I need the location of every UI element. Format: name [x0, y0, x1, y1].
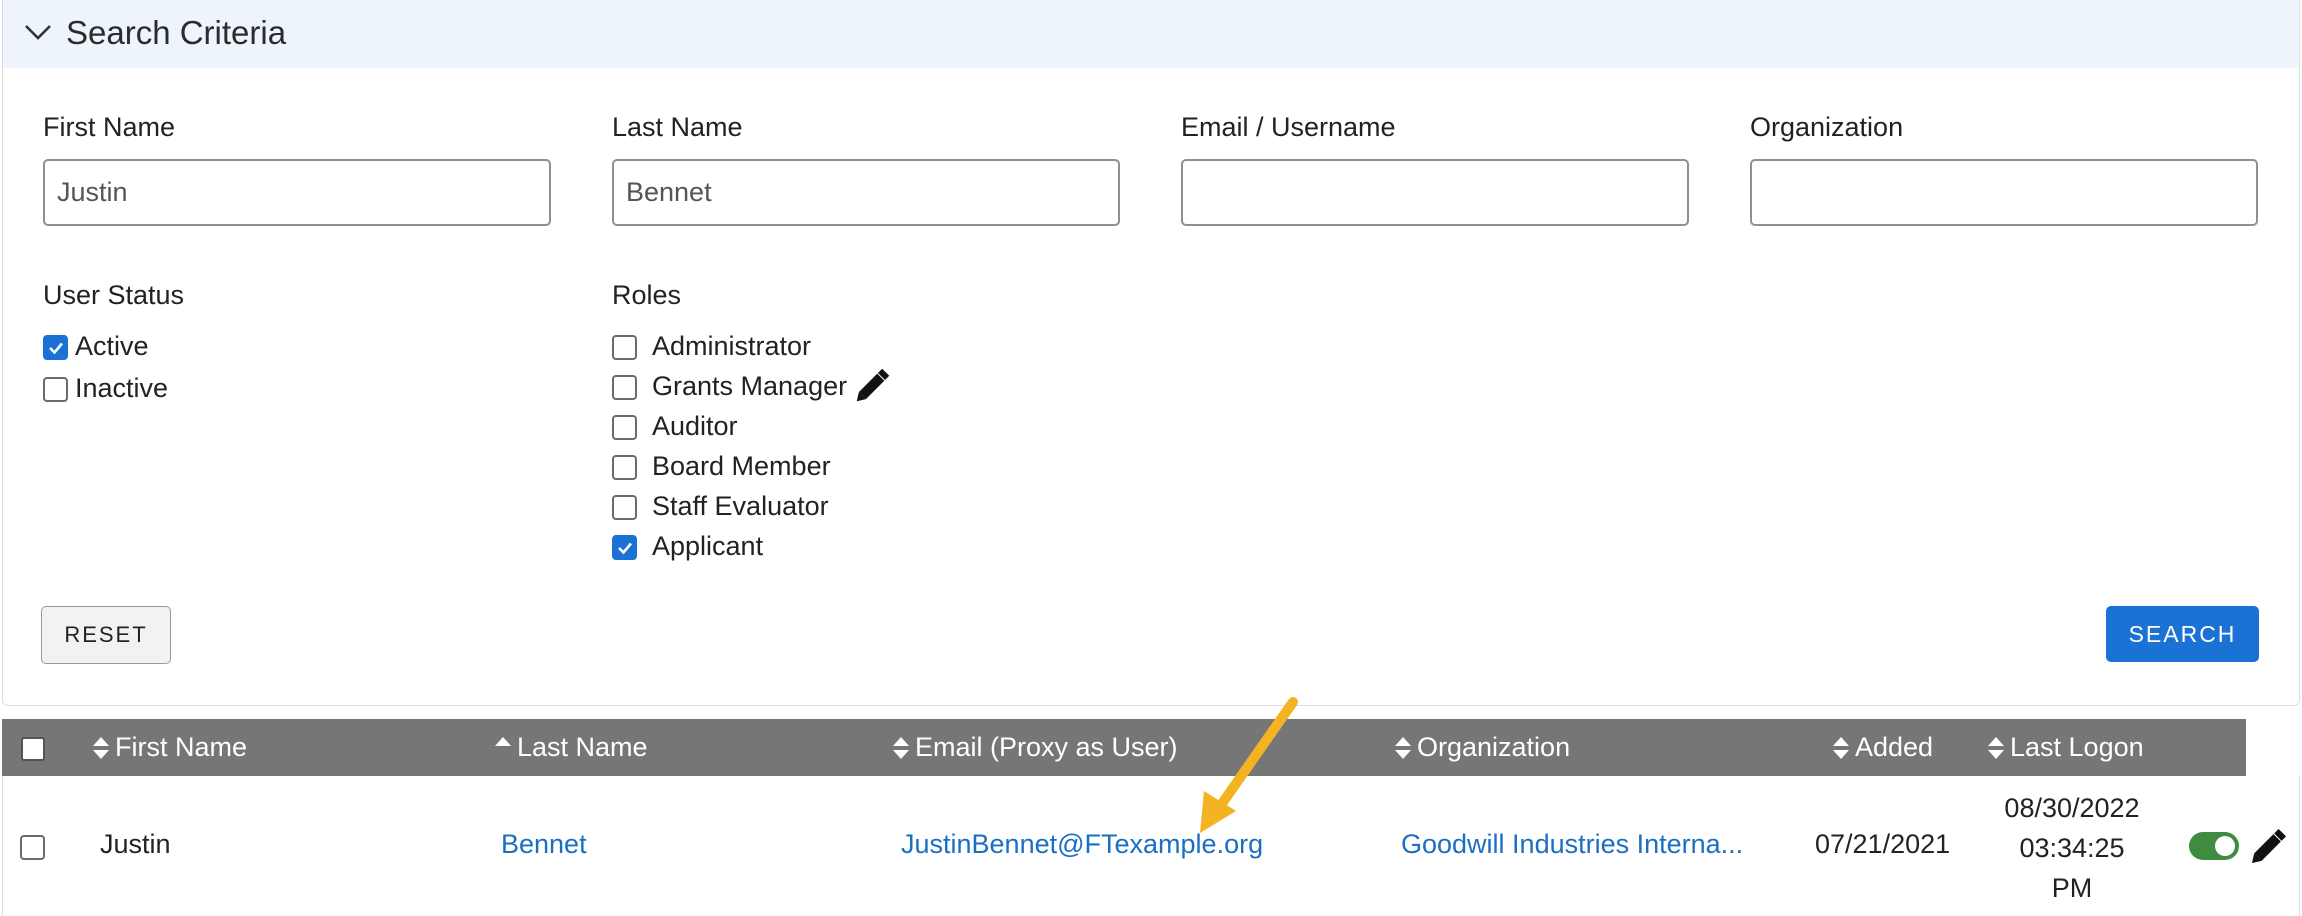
last-logon-time: 03:34:25 [2019, 833, 2125, 863]
search-criteria-title: Search Criteria [66, 14, 287, 51]
sort-up-icon[interactable] [494, 736, 512, 760]
table-row: Justin Bennet JustinBennet@FTexample.org… [2, 776, 2300, 916]
chevron-down-icon[interactable] [23, 20, 53, 44]
last-name-label: Last Name [612, 112, 743, 142]
role-staff-evaluator-checkbox[interactable] [612, 495, 637, 520]
reset-button[interactable]: RESET [41, 606, 171, 664]
organization-input[interactable] [1750, 159, 2258, 226]
active-checkbox[interactable] [43, 335, 68, 360]
search-criteria-panel: Search Criteria [2, 0, 2300, 706]
arrow-annotation-icon [1200, 697, 1298, 833]
results-table-header: First Name Last Name Email (Proxy as Use… [2, 719, 2246, 776]
inactive-label: Inactive [75, 373, 169, 403]
column-header-first-name[interactable]: First Name [115, 719, 247, 776]
role-administrator-checkbox[interactable] [612, 335, 637, 360]
column-header-organization[interactable]: Organization [1417, 719, 1570, 776]
role-board-member-label: Board Member [652, 451, 831, 481]
pencil-icon[interactable] [2247, 824, 2291, 868]
pencil-icon[interactable] [852, 364, 894, 406]
email-username-input[interactable] [1181, 159, 1689, 226]
column-header-email[interactable]: Email (Proxy as User) [915, 719, 1178, 776]
cell-added: 07/21/2021 [1815, 829, 1951, 859]
role-applicant-checkbox[interactable] [612, 535, 637, 560]
role-staff-evaluator-label: Staff Evaluator [652, 491, 829, 521]
role-administrator-label: Administrator [652, 331, 812, 361]
role-board-member-checkbox[interactable] [612, 455, 637, 480]
role-auditor-label: Auditor [652, 411, 738, 441]
last-logon-date: 08/30/2022 [2004, 793, 2140, 823]
email-username-label: Email / Username [1181, 112, 1396, 142]
sort-icon[interactable] [1394, 736, 1412, 760]
inactive-checkbox[interactable] [43, 377, 68, 402]
active-label: Active [75, 331, 149, 361]
cell-last-logon: 08/30/2022 03:34:25 PM [1975, 788, 2169, 908]
sort-icon[interactable] [92, 736, 110, 760]
search-criteria-header[interactable]: Search Criteria [3, 0, 2299, 68]
sort-icon[interactable] [892, 736, 910, 760]
active-toggle[interactable] [2189, 832, 2239, 860]
role-grants-manager-label: Grants Manager [652, 371, 848, 401]
first-name-input[interactable] [43, 159, 551, 226]
search-button[interactable]: SEARCH [2106, 606, 2259, 662]
select-all-checkbox[interactable] [21, 737, 45, 761]
role-applicant-label: Applicant [652, 531, 764, 561]
cell-organization-link[interactable]: Goodwill Industries Interna... [1401, 829, 1743, 860]
row-select-checkbox[interactable] [20, 835, 45, 860]
cell-last-name-link[interactable]: Bennet [501, 829, 587, 860]
sort-icon[interactable] [1832, 736, 1850, 760]
role-grants-manager-checkbox[interactable] [612, 375, 637, 400]
last-logon-ampm: PM [2051, 873, 2093, 903]
cell-first-name: Justin [100, 829, 171, 859]
column-header-added[interactable]: Added [1855, 719, 1933, 776]
column-header-last-logon[interactable]: Last Logon [2010, 719, 2144, 776]
role-auditor-checkbox[interactable] [612, 415, 637, 440]
user-status-label: User Status [43, 280, 185, 310]
column-header-last-name[interactable]: Last Name [517, 719, 648, 776]
organization-label: Organization [1750, 112, 1904, 142]
first-name-label: First Name [43, 112, 176, 142]
last-name-input[interactable] [612, 159, 1120, 226]
roles-label: Roles [612, 280, 682, 310]
sort-icon[interactable] [1987, 736, 2005, 760]
